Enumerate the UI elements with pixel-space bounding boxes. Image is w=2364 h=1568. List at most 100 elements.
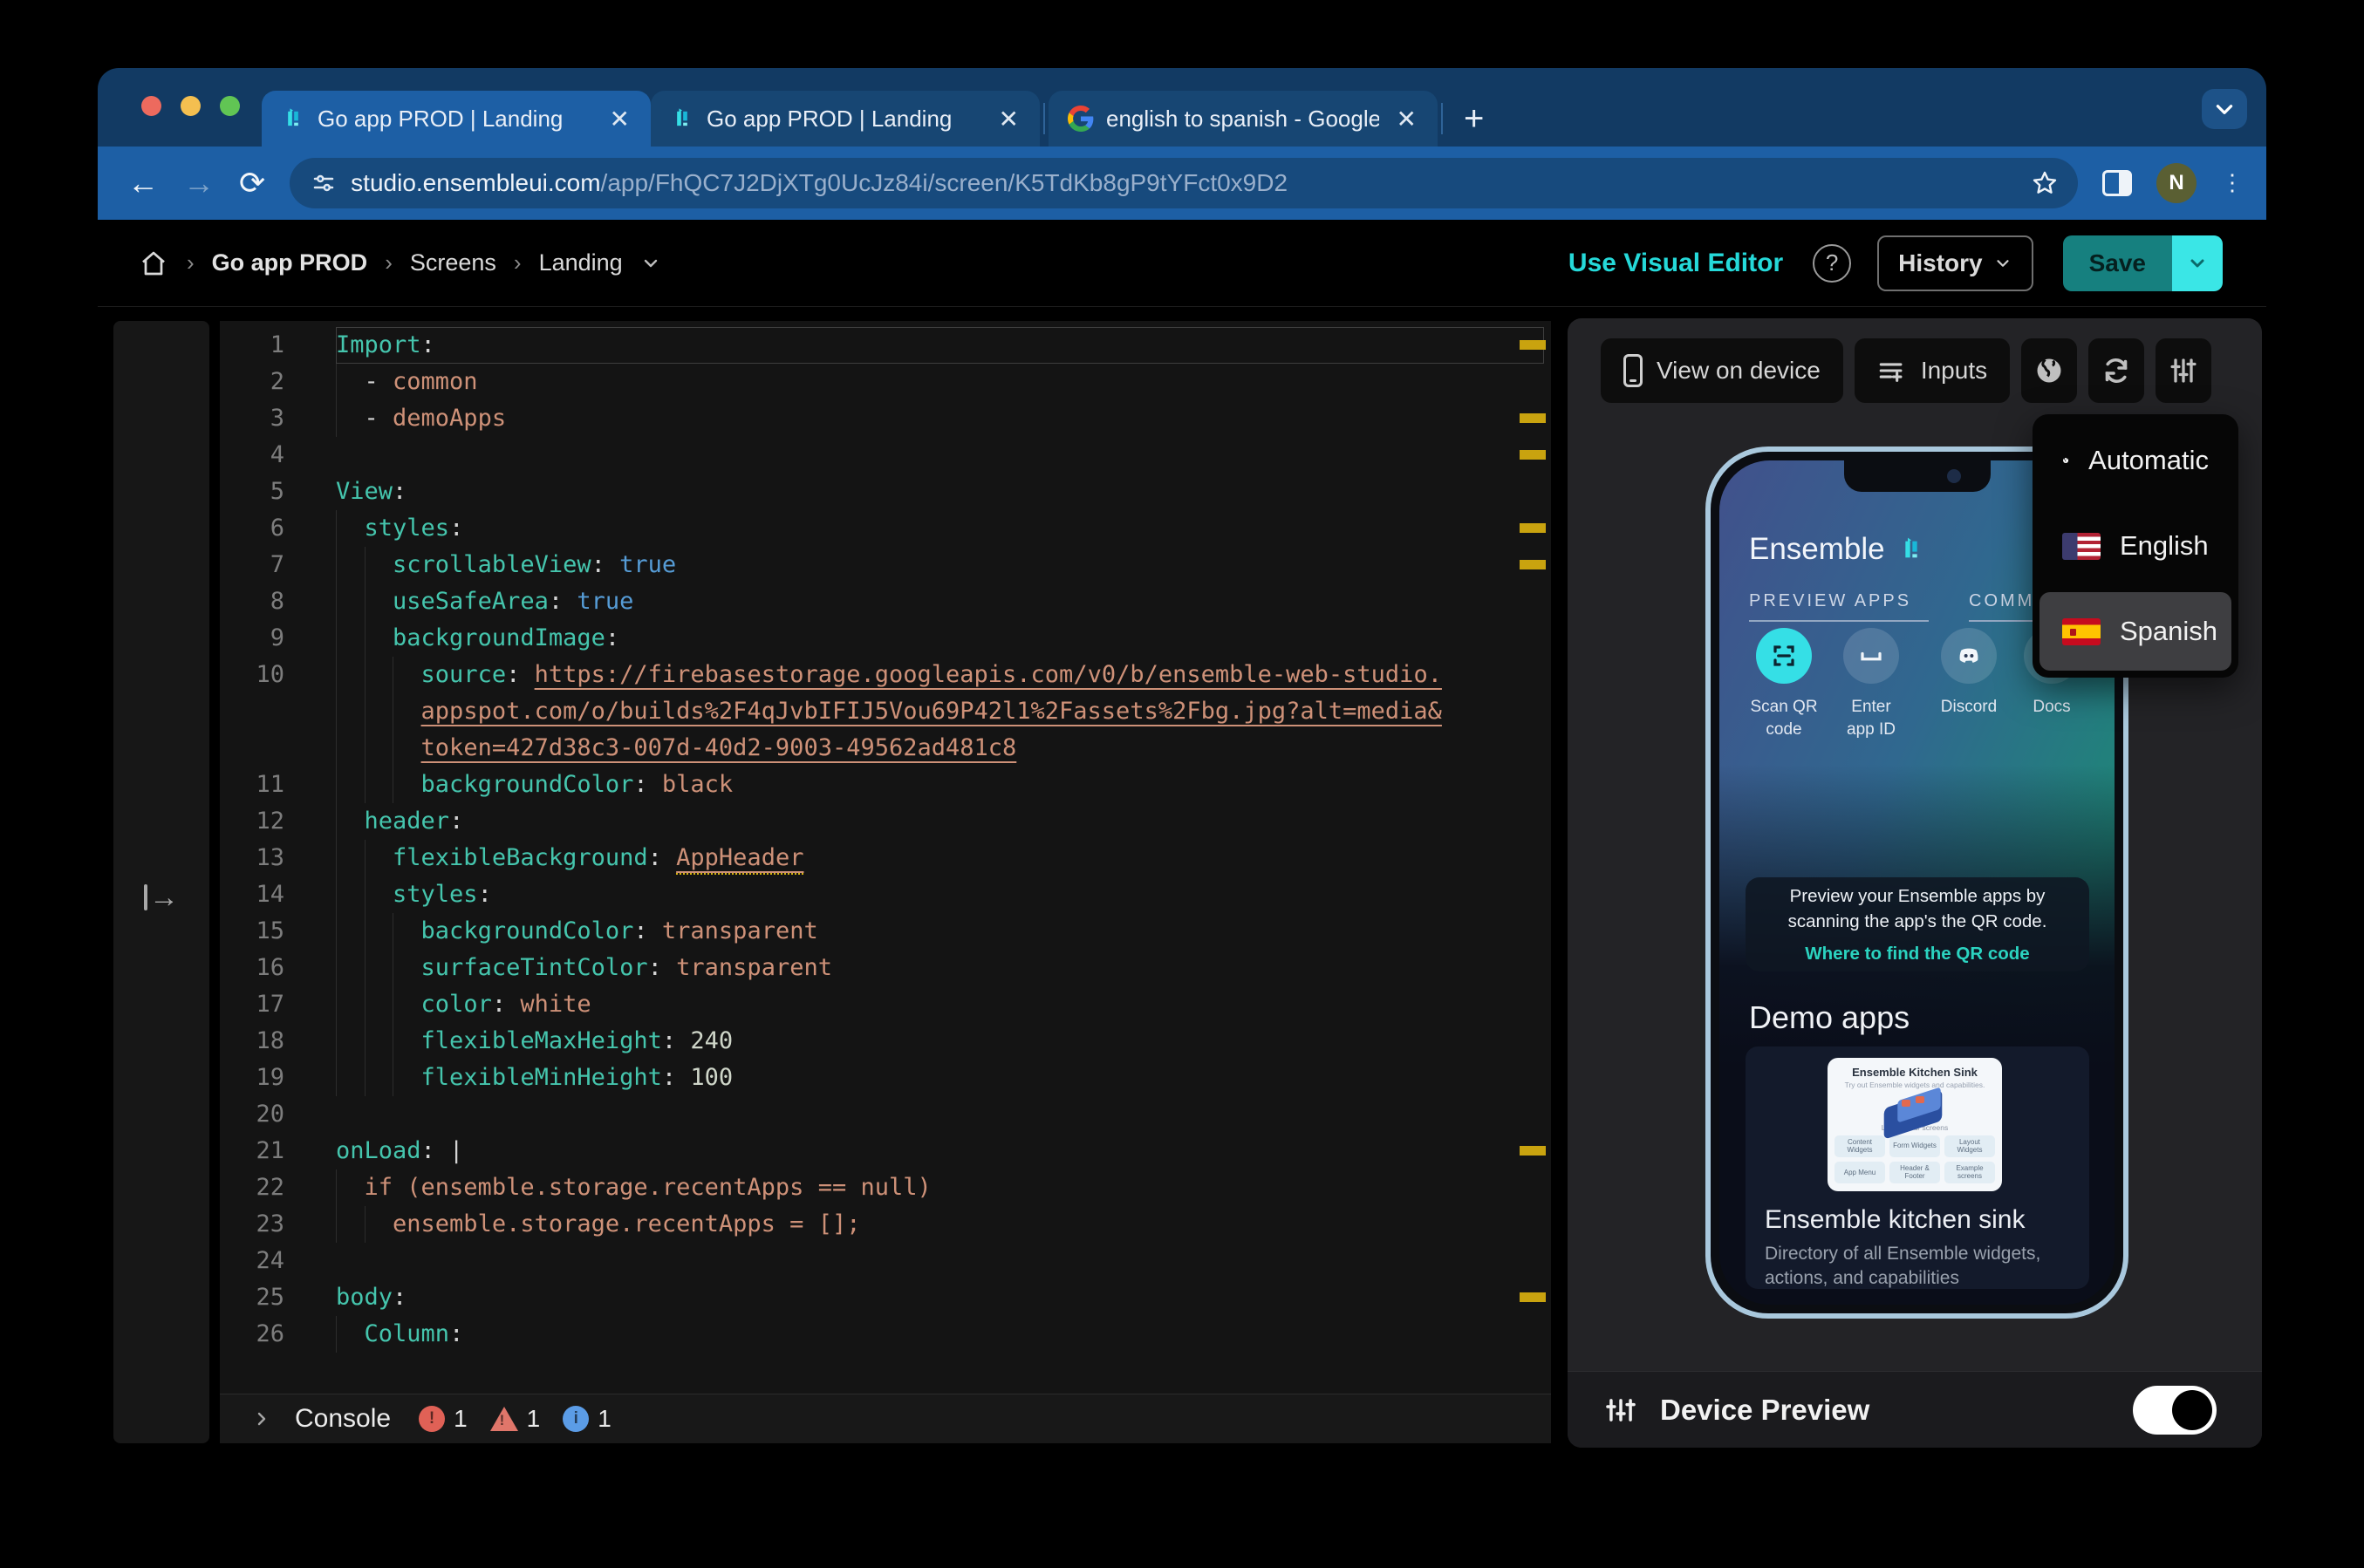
line-number: 2 <box>270 368 284 395</box>
reload-button[interactable]: ⟳ <box>239 167 265 199</box>
help-button[interactable]: ? <box>1813 243 1852 283</box>
code-line[interactable]: 18 flexibleMaxHeight: 240 <box>220 1023 1551 1060</box>
breadcrumb-screens[interactable]: Screens <box>410 249 496 276</box>
home-icon[interactable] <box>138 248 169 279</box>
screenshot-title: Ensemble Kitchen Sink <box>1852 1066 1978 1079</box>
side-panel-icon[interactable] <box>2102 170 2132 196</box>
console-bar[interactable]: Console ! 1 ! 1 i 1 <box>220 1394 1551 1443</box>
code-line[interactable]: appspot.com/o/builds%2F4qJvbIFIJ5Vou69P4… <box>220 693 1551 730</box>
use-visual-editor-link[interactable]: Use Visual Editor <box>1568 249 1783 278</box>
code-line[interactable]: 10 source: https://firebasestorage.googl… <box>220 657 1551 693</box>
site-settings-icon[interactable] <box>311 170 337 196</box>
code-text: backgroundColor: transparent <box>420 917 818 944</box>
tab-close-icon[interactable]: ✕ <box>605 105 635 133</box>
code-line[interactable]: 9 backgroundImage: <box>220 620 1551 657</box>
code-line[interactable]: 3 - demoApps <box>220 400 1551 437</box>
bookmark-star-icon[interactable] <box>2031 169 2059 197</box>
url-path: /app/FhQC7J2DjXTg0UcJz84i/screen/K5TdKb8… <box>600 169 1288 196</box>
browser-tab-2[interactable]: Go app PROD | Landing ✕ <box>651 91 1040 147</box>
refresh-button[interactable] <box>2088 338 2145 403</box>
code-line[interactable]: 21 onLoad: | <box>220 1133 1551 1169</box>
code-text: source: https://firebasestorage.googleap… <box>420 661 1442 688</box>
history-button[interactable]: History <box>1877 235 2033 291</box>
code-line[interactable]: 16 surfaceTintColor: transparent <box>220 950 1551 986</box>
code-line[interactable]: token=427d38c3-007d-40d2-9003-49562ad481… <box>220 730 1551 767</box>
qr-info-card: Preview your Ensemble apps by scanning t… <box>1746 877 2089 971</box>
error-badge: ! 1 <box>419 1405 468 1433</box>
code-line[interactable]: 25 body: <box>220 1279 1551 1316</box>
save-options-button[interactable] <box>2172 235 2223 291</box>
demo-apps-heading: Demo apps <box>1749 999 1910 1035</box>
browser-menu-icon[interactable]: ⋮ <box>2221 172 2244 194</box>
tab-search-button[interactable] <box>2202 89 2247 129</box>
code-line[interactable]: 15 backgroundColor: transparent <box>220 913 1551 950</box>
sliders-icon <box>1604 1394 1637 1427</box>
warning-badge: ! 1 <box>489 1405 540 1433</box>
device-preview-label: Device Preview <box>1660 1393 1870 1426</box>
code-line[interactable]: 26 Column: <box>220 1316 1551 1353</box>
screen-dropdown-icon[interactable] <box>640 253 661 274</box>
language-option-automatic[interactable]: Automatic <box>2039 421 2231 500</box>
line-number: 1 <box>270 331 284 358</box>
tab-close-icon[interactable]: ✕ <box>994 105 1024 133</box>
widget-chip: Content Widgets <box>1834 1135 1885 1157</box>
line-number: 21 <box>256 1137 284 1164</box>
tab-preview-apps[interactable]: PREVIEW APPS <box>1749 591 1929 622</box>
close-window-button[interactable] <box>141 96 161 116</box>
forward-button[interactable]: → <box>183 167 215 199</box>
qr-info-link[interactable]: Where to find the QR code <box>1805 944 2029 965</box>
yaml-editor[interactable]: 1 Import: 2 - common 3 - demoApps 4 5 Vi… <box>220 321 1551 1394</box>
language-option-spanish[interactable]: Spanish <box>2039 592 2231 671</box>
code-line[interactable]: 12 header: <box>220 803 1551 840</box>
language-option-english[interactable]: English <box>2039 507 2231 585</box>
enter-app-id-action[interactable]: Enter app ID <box>1819 628 1923 740</box>
console-expand-icon[interactable] <box>251 1408 272 1429</box>
tab-close-icon[interactable]: ✕ <box>1391 105 1422 133</box>
code-line[interactable]: 14 styles: <box>220 876 1551 913</box>
code-line[interactable]: 24 <box>220 1243 1551 1279</box>
code-text: flexibleBackground: AppHeader <box>336 844 804 875</box>
code-line[interactable]: 23 ensemble.storage.recentApps = []; <box>220 1206 1551 1243</box>
code-line[interactable]: 17 color: white <box>220 986 1551 1023</box>
browser-tab-1[interactable]: Go app PROD | Landing ✕ <box>262 91 651 147</box>
code-line[interactable]: 22 if (ensemble.storage.recentApps == nu… <box>220 1169 1551 1206</box>
code-line[interactable]: 20 <box>220 1096 1551 1133</box>
save-button[interactable]: Save <box>2062 235 2172 291</box>
code-line[interactable]: 13 flexibleBackground: AppHeader <box>220 840 1551 876</box>
zoom-window-button[interactable] <box>220 96 240 116</box>
code-text: flexibleMaxHeight: 240 <box>420 1027 734 1054</box>
device-preview-toggle[interactable] <box>2133 1385 2217 1435</box>
code-text: Column: <box>364 1320 464 1347</box>
line-number: 5 <box>270 478 284 505</box>
discord-icon <box>1941 628 1997 684</box>
code-line[interactable]: 5 View: <box>220 474 1551 510</box>
browser-tab-3[interactable]: english to spanish - Google S ✕ <box>1049 91 1438 147</box>
code-line[interactable]: 4 <box>220 437 1551 474</box>
preview-settings-button[interactable] <box>2156 338 2212 403</box>
expand-panel-icon[interactable]: → <box>144 351 179 1443</box>
code-line[interactable]: 11 backgroundColor: black <box>220 767 1551 803</box>
back-button[interactable]: ← <box>127 167 159 199</box>
tab-separator <box>1441 103 1443 134</box>
code-line[interactable]: 19 flexibleMinHeight: 100 <box>220 1060 1551 1096</box>
code-text: ensemble.storage.recentApps = []; <box>393 1210 861 1237</box>
new-tab-button[interactable]: + <box>1464 101 1484 136</box>
code-line[interactable]: 7 scrollableView: true <box>220 547 1551 583</box>
profile-avatar[interactable]: N <box>2156 163 2197 203</box>
line-number: 18 <box>256 1027 284 1054</box>
demo-app-card[interactable]: Ensemble Kitchen Sink Try out Ensemble w… <box>1746 1046 2089 1289</box>
inputs-label: Inputs <box>1920 357 1988 384</box>
code-line[interactable]: 1 Import: <box>220 327 1551 364</box>
code-line[interactable]: 2 - common <box>220 364 1551 400</box>
address-bar[interactable]: studio.ensembleui.com/app/FhQC7J2DjXTg0U… <box>290 158 2078 208</box>
inputs-button[interactable]: Inputs <box>1854 338 2011 403</box>
breadcrumb-screen-name[interactable]: Landing <box>539 249 623 276</box>
url-text[interactable]: studio.ensembleui.com/app/FhQC7J2DjXTg0U… <box>351 169 2017 197</box>
code-line[interactable]: 8 useSafeArea: true <box>220 583 1551 620</box>
language-button[interactable] <box>2021 338 2078 403</box>
breadcrumb-app[interactable]: Go app PROD <box>212 249 368 276</box>
code-line[interactable]: 6 styles: <box>220 510 1551 547</box>
view-on-device-button[interactable]: View on device <box>1601 338 1843 403</box>
minimize-window-button[interactable] <box>181 96 201 116</box>
line-number: 9 <box>270 624 284 651</box>
